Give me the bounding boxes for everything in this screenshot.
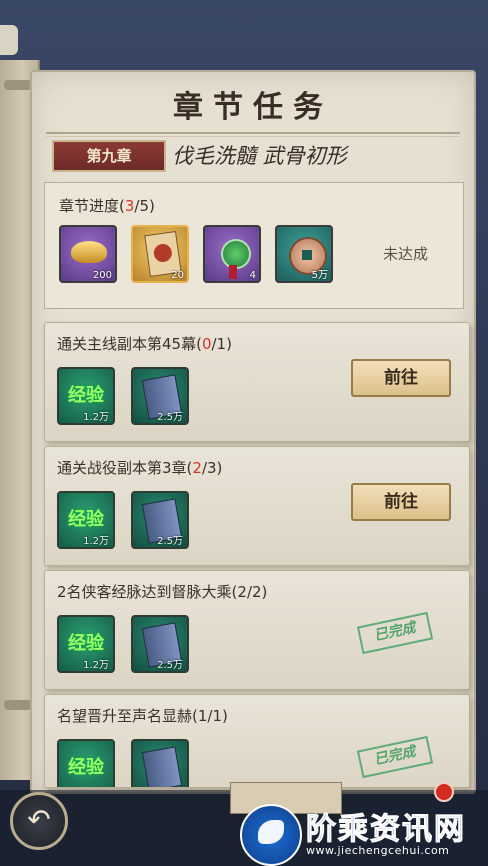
notification-dot [434, 782, 454, 802]
book-icon [141, 746, 183, 787]
book-reward[interactable] [131, 739, 189, 787]
completed-stamp: 已完成 [356, 611, 434, 655]
eagle-logo-icon [240, 804, 302, 866]
watermark-url: www.jiechengcehui.com [306, 844, 450, 857]
exp-reward[interactable]: 经验 1.2万 [57, 491, 115, 549]
reward-item[interactable]: 5万 [275, 225, 333, 283]
spine-ring [4, 80, 32, 90]
chapter-progress-panel: 章节进度(3/5) 200 20 4 5万 未达成 [44, 182, 464, 309]
watermark-name: 阶乘资讯网 [306, 812, 466, 848]
watermark: 阶乘资讯网 www.jiechengcehui.com [240, 804, 484, 866]
exp-reward[interactable]: 经验 1.2万 [57, 615, 115, 673]
book-reward[interactable]: 2.5万 [131, 615, 189, 673]
book-reward[interactable]: 2.5万 [131, 491, 189, 549]
task-title: 通关战役副本第3章(2/3) [57, 459, 223, 477]
exp-reward[interactable]: 经验 1.2万 [57, 367, 115, 425]
chapter-name: 伐毛洗髓 武骨初形 [172, 144, 347, 168]
go-button[interactable]: 前往 [351, 359, 451, 397]
chapter-tag: 第九章 [52, 140, 166, 172]
task-card: 2名侠客经脉达到督脉大乘(2/2) 经验 1.2万 2.5万 已完成 [44, 570, 470, 690]
task-title: 2名侠客经脉达到督脉大乘(2/2) [57, 583, 268, 601]
title-divider [46, 132, 460, 134]
book-reward[interactable]: 2.5万 [131, 367, 189, 425]
title-divider [46, 136, 460, 137]
back-button[interactable]: ↶ [10, 792, 68, 850]
gold-ingot-icon [71, 241, 107, 263]
page-title: 章节任务 [173, 90, 333, 125]
progress-status: 未达成 [382, 245, 428, 263]
progress-label: 章节进度(3/5) [59, 197, 155, 215]
task-card: 通关战役副本第3章(2/3) 经验 1.2万 2.5万 前往 [44, 446, 470, 566]
go-button[interactable]: 前往 [351, 483, 451, 521]
exp-reward[interactable]: 经验 [57, 739, 115, 787]
task-title: 名望晋升至声名显赫(1/1) [57, 707, 228, 725]
completed-stamp: 已完成 [356, 735, 434, 779]
back-arrow-icon: ↶ [27, 803, 51, 836]
reward-item[interactable]: 20 [131, 225, 189, 283]
spine-ring [4, 700, 32, 710]
task-card: 名望晋升至声名显赫(1/1) 经验 已完成 [44, 694, 470, 788]
reward-item[interactable]: 4 [203, 225, 261, 283]
reward-item[interactable]: 200 [59, 225, 117, 283]
title-area: 章节任务 [32, 72, 474, 130]
task-title: 通关主线副本第45幕(0/1) [57, 335, 232, 353]
task-card: 通关主线副本第45幕(0/1) 经验 1.2万 2.5万 前往 [44, 322, 470, 442]
side-tab[interactable] [0, 25, 18, 55]
